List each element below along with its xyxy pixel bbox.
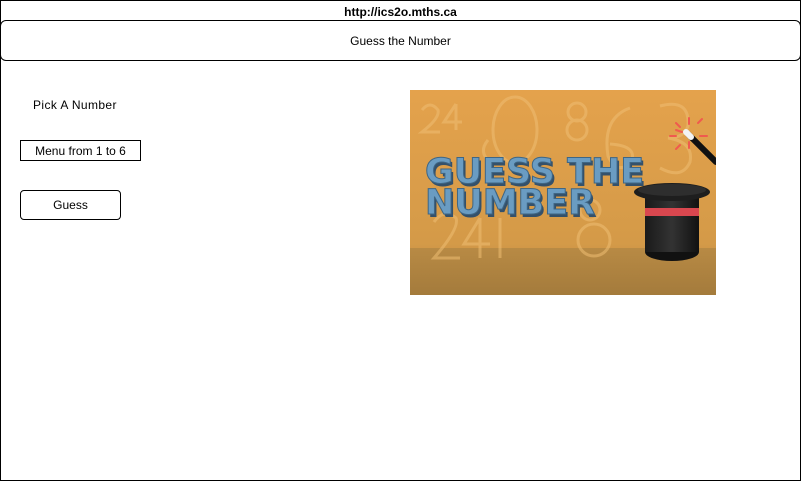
svg-text:NUMBER: NUMBER [425, 183, 595, 223]
url-bar: http://ics2o.mths.ca [0, 4, 801, 20]
number-select[interactable]: Menu from 1 to 6 [20, 140, 141, 161]
guess-button[interactable]: Guess [20, 190, 121, 220]
header-bar: Guess the Number [0, 20, 801, 61]
guess-button-label: Guess [53, 198, 88, 212]
url-text: http://ics2o.mths.ca [344, 5, 457, 19]
guess-the-number-image: GUESS THE GUESS THE NUMBER NUMBER [410, 90, 716, 295]
page-title: Guess the Number [350, 33, 451, 48]
top-hat-icon [634, 183, 710, 261]
number-select-value: Menu from 1 to 6 [35, 143, 126, 158]
pick-number-label: Pick A Number [33, 98, 117, 112]
